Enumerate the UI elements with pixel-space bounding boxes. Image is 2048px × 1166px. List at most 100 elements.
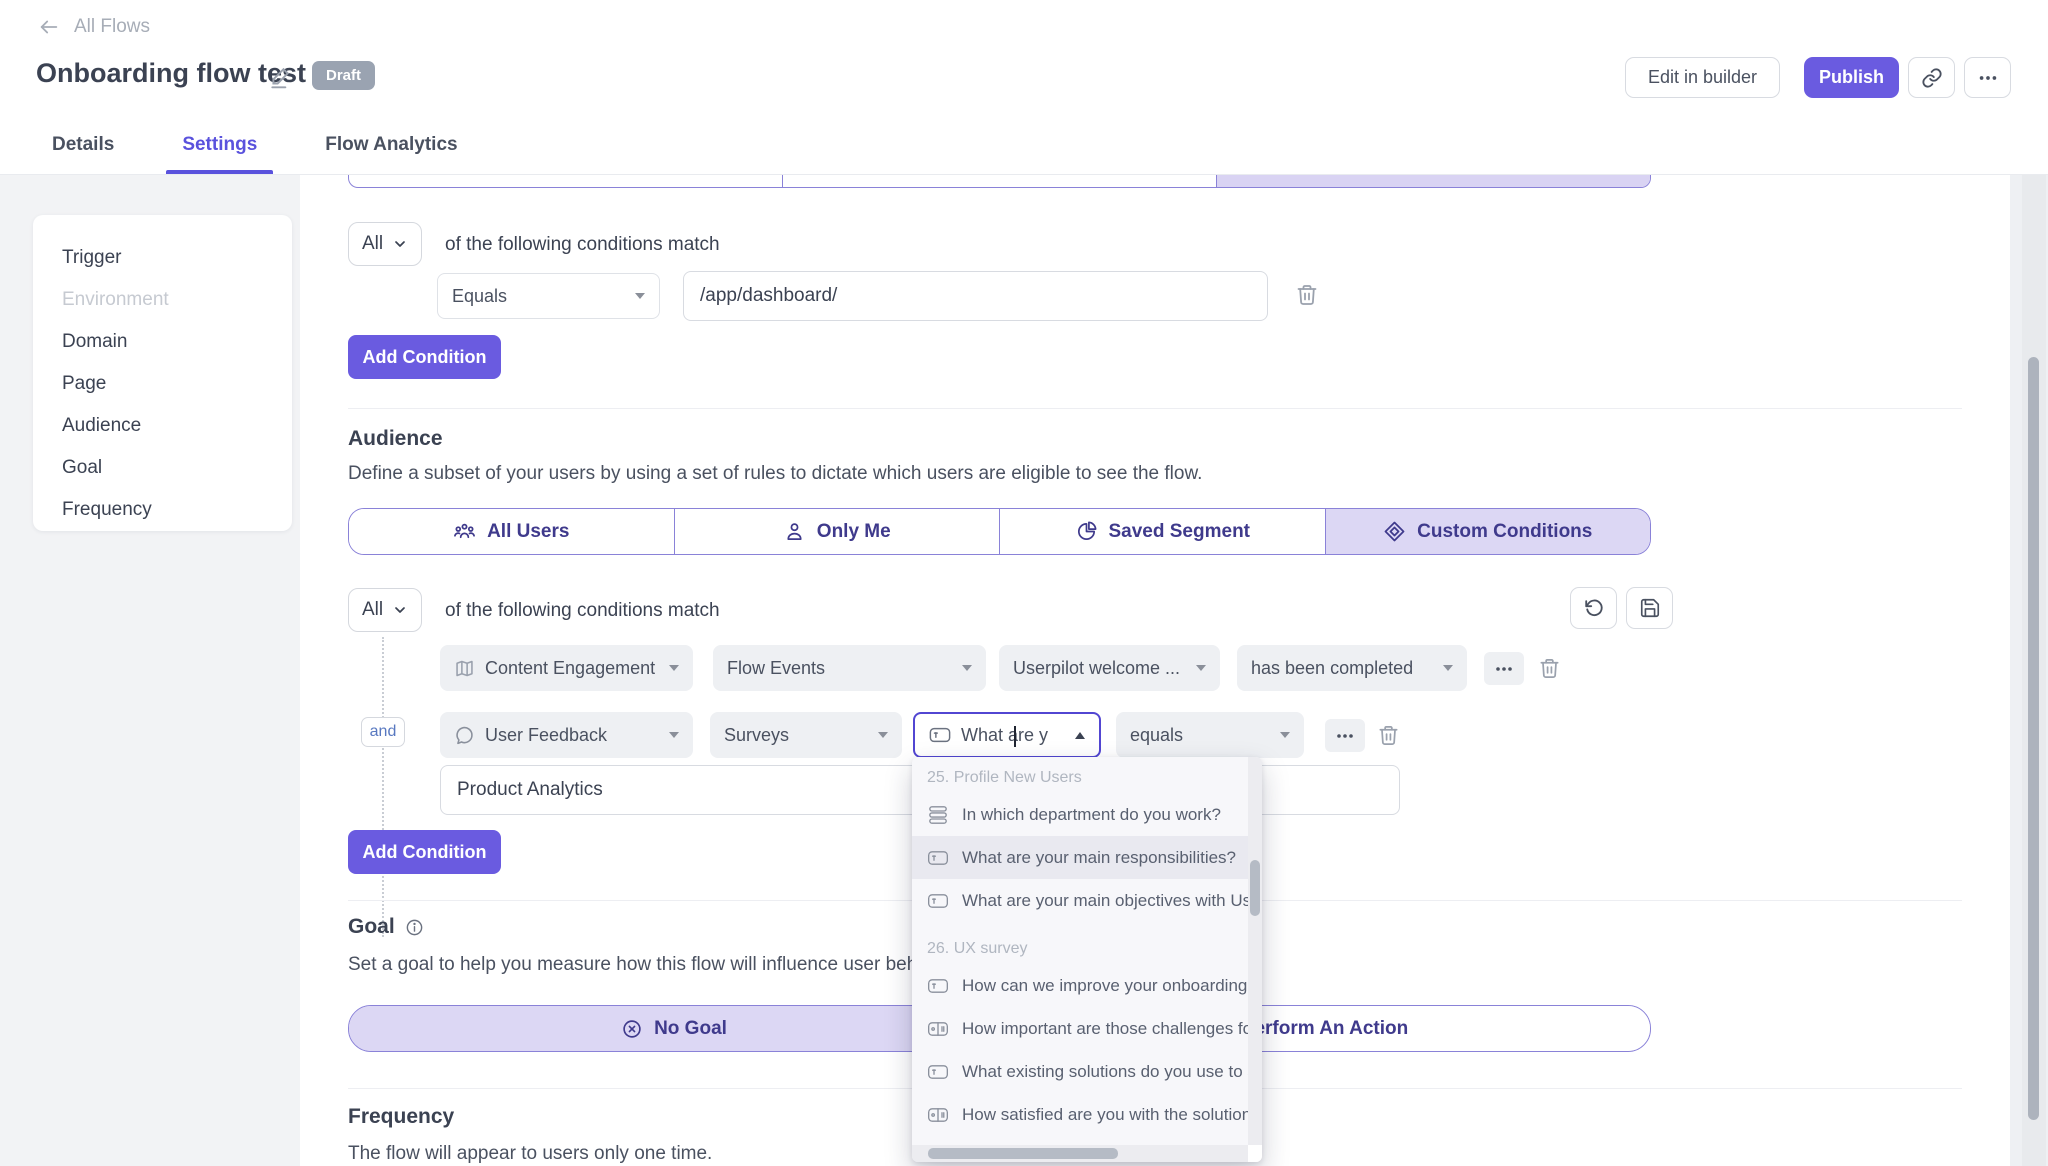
- page-header: All Flows Onboarding flow test Draft Edi…: [0, 0, 2048, 175]
- top-tabs: Details Settings Flow Analytics: [48, 134, 462, 174]
- text-cursor: [1014, 726, 1016, 747]
- condition1-type-value: Flow Events: [727, 658, 952, 679]
- tab-flow-analytics[interactable]: Flow Analytics: [321, 134, 461, 174]
- caret-down-icon: [669, 732, 679, 738]
- audience-match-text: of the following conditions match: [445, 600, 720, 622]
- survey-question-dropdown: 25. Profile New Users In which departmen…: [912, 757, 1262, 1162]
- sidebar-item-environment: Environment: [62, 279, 292, 321]
- info-icon[interactable]: [405, 918, 424, 937]
- delete-condition2-icon[interactable]: [1377, 723, 1400, 748]
- condition2-question-select[interactable]: What are y: [913, 712, 1101, 758]
- page-match-count-select[interactable]: All: [348, 222, 422, 266]
- sidebar-item-domain[interactable]: Domain: [62, 321, 292, 363]
- settings-sidebar: Trigger Environment Domain Page Audience…: [33, 215, 292, 531]
- dropdown-item-label: How important are those challenges for t…: [962, 1019, 1248, 1039]
- dropdown-item[interactable]: What existing solutions do you use to so…: [912, 1050, 1248, 1093]
- delete-page-condition-icon[interactable]: [1295, 282, 1319, 308]
- page-url-input[interactable]: [683, 271, 1268, 321]
- scale-icon: [927, 1107, 949, 1123]
- page-add-condition-button[interactable]: Add Condition: [348, 335, 501, 379]
- users-icon: [453, 520, 476, 543]
- dropdown-item-label: In which department do you work?: [962, 805, 1221, 825]
- edit-title-icon[interactable]: [268, 64, 294, 90]
- delete-condition1-icon[interactable]: [1538, 656, 1561, 681]
- text-input-icon: [927, 1064, 949, 1080]
- caret-down-icon: [878, 732, 888, 738]
- text-input-icon: [927, 850, 949, 866]
- save-icon: [1639, 597, 1661, 619]
- audience-segmented-control: All Users Only Me Saved Segment Custom C…: [348, 508, 1651, 555]
- condition1-type-select[interactable]: Flow Events: [713, 645, 986, 691]
- user-icon: [783, 520, 806, 543]
- segment-only-me[interactable]: Only Me: [675, 509, 1001, 554]
- segment-saved-segment[interactable]: Saved Segment: [1000, 509, 1326, 554]
- condition-connector-line: [382, 637, 384, 937]
- page-title: Onboarding flow test: [36, 58, 306, 89]
- tab-settings[interactable]: Settings: [178, 134, 261, 174]
- diamond-icon: [1383, 520, 1406, 543]
- dropdown-item[interactable]: How important are those challenges for t…: [912, 1007, 1248, 1050]
- sidebar-item-audience[interactable]: Audience: [62, 405, 292, 447]
- scrollbar-corner: [1248, 1145, 1262, 1162]
- dropdown-item-highlighted[interactable]: What are your main responsibilities?: [912, 836, 1248, 879]
- dropdown-item[interactable]: In which department do you work?: [912, 793, 1248, 836]
- dropdown-item-label: What are your main objectives with User.…: [962, 891, 1248, 911]
- tab-details[interactable]: Details: [48, 134, 118, 174]
- and-joiner-chip: and: [361, 717, 405, 747]
- condition1-item-value: Userpilot welcome ...: [1013, 658, 1186, 679]
- audience-add-condition-button[interactable]: Add Condition: [348, 830, 501, 874]
- dropdown-item[interactable]: What are your main objectives with User.…: [912, 879, 1248, 922]
- segment-label: Only Me: [817, 521, 891, 543]
- page-position-segmented-control-partial[interactable]: [348, 175, 1651, 188]
- scrollbar-thumb[interactable]: [1250, 860, 1260, 916]
- segment-all-users[interactable]: All Users: [349, 509, 675, 554]
- caret-down-icon: [1196, 665, 1206, 671]
- reset-conditions-button[interactable]: [1570, 587, 1617, 629]
- page-operator-select[interactable]: Equals: [437, 273, 660, 319]
- segment-no-goal[interactable]: No Goal: [349, 1006, 1000, 1051]
- condition2-type-select[interactable]: Surveys: [710, 712, 902, 758]
- sidebar-item-frequency[interactable]: Frequency: [62, 489, 292, 531]
- dropdown-item[interactable]: How satisfied are you with the solution?: [912, 1093, 1248, 1136]
- segment-label: Saved Segment: [1109, 521, 1251, 543]
- condition2-operator-select[interactable]: equals: [1116, 712, 1304, 758]
- dropdown-item[interactable]: How can we improve your onboarding e...: [912, 964, 1248, 1007]
- page-match-text: of the following conditions match: [445, 234, 720, 256]
- condition2-more-button[interactable]: [1325, 719, 1365, 752]
- edit-in-builder-button[interactable]: Edit in builder: [1625, 57, 1780, 98]
- scrollbar-thumb[interactable]: [928, 1148, 1118, 1159]
- page-scrollbar-thumb[interactable]: [2028, 357, 2039, 1120]
- save-conditions-button[interactable]: [1626, 587, 1673, 629]
- dropdown-vertical-scrollbar[interactable]: [1248, 757, 1262, 1145]
- segment-label: Perform An Action: [1242, 1018, 1408, 1040]
- list-icon: [927, 805, 949, 825]
- link-icon: [1921, 67, 1943, 89]
- copy-link-button[interactable]: [1908, 57, 1955, 98]
- map-icon: [454, 658, 475, 679]
- back-to-all-flows[interactable]: All Flows: [36, 16, 150, 38]
- ellipsis-icon: [1336, 727, 1354, 745]
- sidebar-item-page[interactable]: Page: [62, 363, 292, 405]
- caret-down-icon: [962, 665, 972, 671]
- condition2-type-value: Surveys: [724, 725, 868, 746]
- condition2-category-value: User Feedback: [485, 725, 659, 746]
- page-scrollbar-track[interactable]: [2022, 175, 2046, 1166]
- segment-custom-conditions[interactable]: Custom Conditions: [1326, 509, 1651, 554]
- caret-down-icon: [1443, 665, 1453, 671]
- condition1-item-select[interactable]: Userpilot welcome ...: [999, 645, 1220, 691]
- dropdown-item-label: What are your main responsibilities?: [962, 848, 1236, 868]
- sidebar-item-goal[interactable]: Goal: [62, 447, 292, 489]
- chat-bubble-icon: [454, 725, 475, 746]
- audience-description: Define a subset of your users by using a…: [348, 463, 1202, 485]
- sidebar-item-trigger[interactable]: Trigger: [62, 237, 292, 279]
- caret-down-icon: [635, 293, 645, 299]
- goal-description: Set a goal to help you measure how this …: [348, 954, 973, 976]
- more-options-button[interactable]: [1964, 57, 2011, 98]
- publish-button[interactable]: Publish: [1804, 57, 1899, 98]
- condition1-operator-select[interactable]: has been completed: [1237, 645, 1467, 691]
- page-scrollbar-gutter: [2010, 175, 2048, 1166]
- condition1-more-button[interactable]: [1484, 652, 1524, 685]
- condition1-category-select[interactable]: Content Engagement: [440, 645, 693, 691]
- audience-match-count-select[interactable]: All: [348, 588, 422, 632]
- condition2-category-select[interactable]: User Feedback: [440, 712, 693, 758]
